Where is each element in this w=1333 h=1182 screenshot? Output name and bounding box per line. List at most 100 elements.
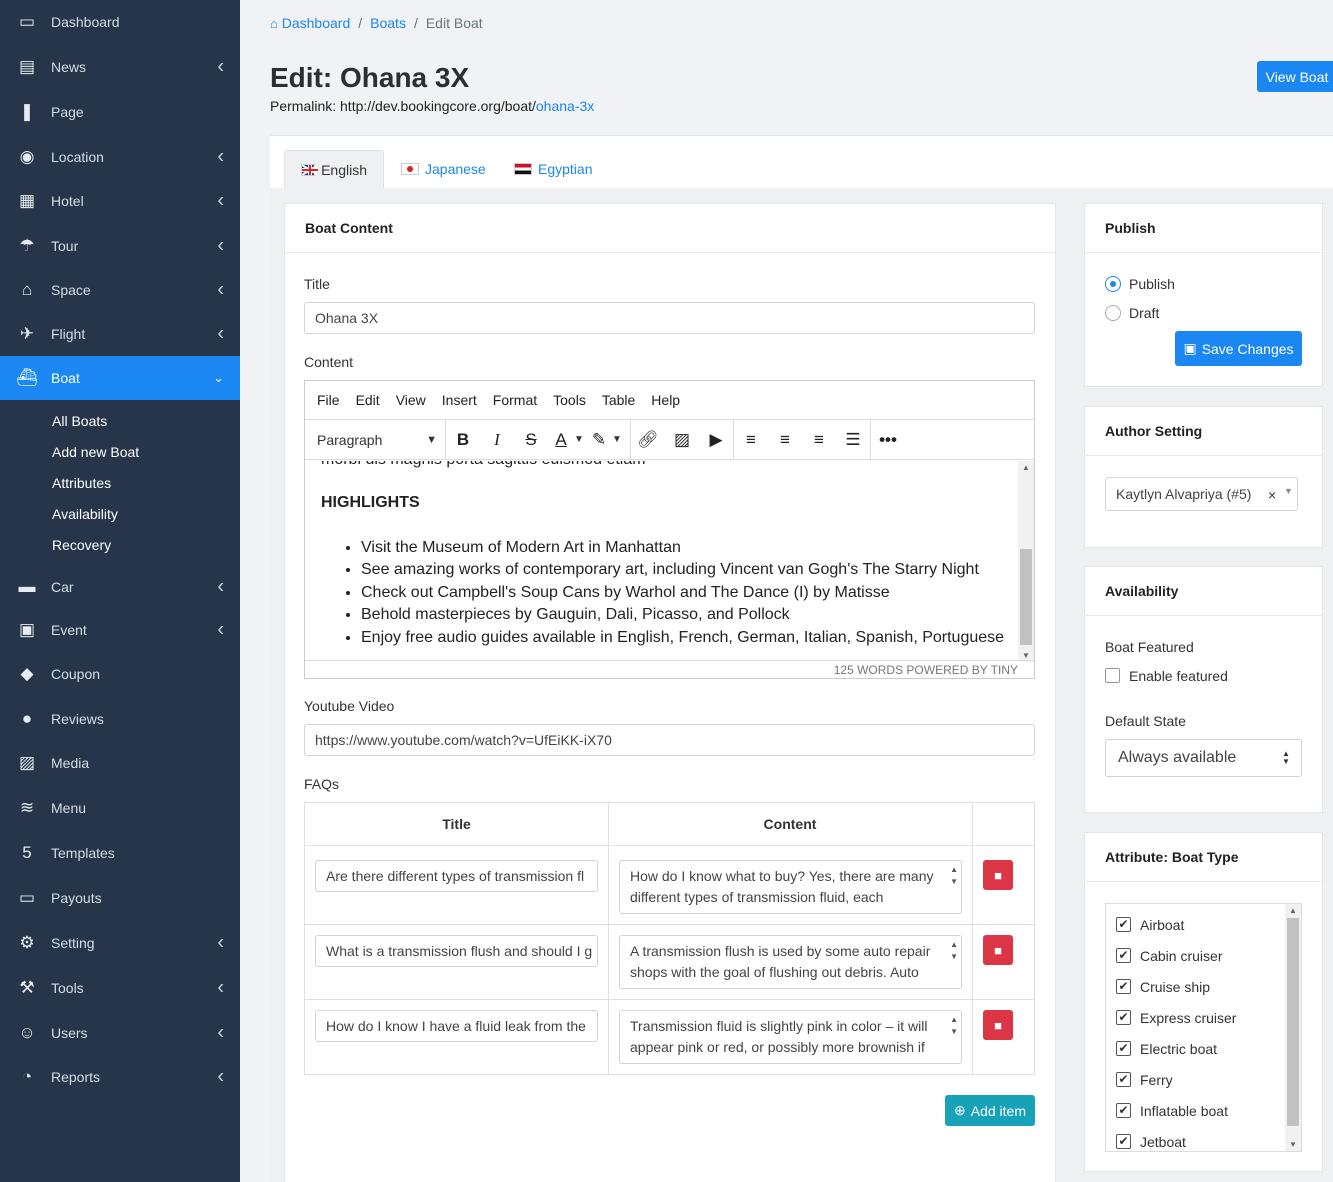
italic-icon[interactable]: I: [480, 425, 514, 455]
sidebar-subitem-all-boats[interactable]: All Boats: [52, 413, 107, 429]
editor-menu-view[interactable]: View: [396, 392, 426, 408]
delete-faq-button[interactable]: ■: [983, 935, 1013, 965]
sidebar-subitem-availability[interactable]: Availability: [52, 506, 118, 522]
tab-english[interactable]: English: [284, 150, 384, 188]
sidebar-item-car[interactable]: ▬ Car ‹: [0, 565, 240, 609]
sidebar-item-templates[interactable]: 5 Templates: [0, 831, 240, 875]
breadcrumb-boats[interactable]: Boats: [370, 15, 406, 31]
editor-menu-help[interactable]: Help: [651, 392, 680, 408]
more-icon[interactable]: •••: [871, 425, 905, 455]
breadcrumb-home-label: Dashboard: [281, 15, 351, 31]
boat-type-checkbox[interactable]: ✔: [1116, 1103, 1131, 1118]
html5-icon: 5: [22, 843, 32, 862]
faq-title-input[interactable]: What is a transmission flush and should …: [315, 935, 598, 967]
enable-featured-checkbox[interactable]: [1105, 668, 1120, 683]
boat-type-label: Cruise ship: [1140, 979, 1211, 995]
chevron-down-icon[interactable]: ▼: [612, 434, 624, 445]
align-right-icon[interactable]: ≡: [802, 425, 836, 455]
editor-menu-edit[interactable]: Edit: [356, 392, 380, 408]
boat-type-checkbox[interactable]: ✔: [1116, 1134, 1131, 1149]
sidebar-item-menu[interactable]: ≋ Menu: [0, 786, 240, 830]
sidebar-item-location[interactable]: ◉ Location ‹: [0, 135, 240, 179]
sidebar-subitem-add-new-boat[interactable]: Add new Boat: [52, 444, 139, 460]
sidebar-item-setting[interactable]: ⚙ Setting ‹: [0, 921, 240, 965]
sidebar-item-page[interactable]: ❚ Page: [0, 90, 240, 134]
page-title: Edit: Ohana 3X: [270, 62, 470, 93]
youtube-label: Youtube Video: [304, 698, 395, 714]
clear-icon[interactable]: ×: [1268, 487, 1276, 503]
faq-title-input[interactable]: Are there different types of transmissio…: [315, 860, 598, 892]
sidebar-subitem-recovery[interactable]: Recovery: [52, 537, 111, 553]
sidebar-item-reports[interactable]: ◔ Reports ‹: [0, 1055, 240, 1099]
sidebar-item-coupon[interactable]: ◆ Coupon: [0, 652, 240, 696]
editor-content[interactable]: morbi dis magnis porta sagittis euismod …: [305, 461, 1018, 662]
editor-menu-tools[interactable]: Tools: [553, 392, 586, 408]
add-item-button[interactable]: ⊕ Add item: [945, 1095, 1035, 1126]
permalink-link[interactable]: ohana-3x: [536, 98, 594, 114]
editor-scrollbar[interactable]: ▲ ▼: [1018, 461, 1034, 662]
media-icon[interactable]: ▶: [699, 425, 733, 455]
boat-type-checkbox[interactable]: ✔: [1116, 1041, 1131, 1056]
title-input[interactable]: Ohana 3X: [304, 302, 1035, 334]
editor-menu-table[interactable]: Table: [602, 392, 635, 408]
align-center-icon[interactable]: ≡: [768, 425, 802, 455]
view-boat-button[interactable]: View Boat: [1257, 61, 1333, 92]
align-left-icon[interactable]: ≡: [734, 425, 768, 455]
delete-faq-button[interactable]: ■: [983, 1010, 1013, 1040]
scroll-down-icon[interactable]: ▼: [1289, 1140, 1297, 1149]
boat-type-scroll-thumb[interactable]: [1287, 918, 1299, 1126]
boat-type-checkbox[interactable]: ✔: [1116, 1010, 1131, 1025]
faq-content-input[interactable]: A transmission flush is used by some aut…: [619, 935, 962, 989]
boat-type-checkbox[interactable]: ✔: [1116, 917, 1131, 932]
strikethrough-icon[interactable]: S: [514, 425, 548, 455]
tab-egyptian[interactable]: Egyptian: [498, 150, 608, 188]
chevron-down-icon[interactable]: ▼: [574, 434, 586, 445]
scroll-up-icon[interactable]: ▲: [1022, 463, 1030, 472]
boat-type-checkbox[interactable]: ✔: [1116, 1072, 1131, 1087]
editor-cutoff-line: morbi dis magnis porta sagittis euismod …: [321, 461, 646, 469]
boat-type-scrollbar[interactable]: ▲ ▼: [1285, 904, 1301, 1151]
sidebar-item-event[interactable]: ▣ Event ‹: [0, 608, 240, 652]
author-select[interactable]: Kaytlyn Alvapriya (#5) × ▼: [1105, 477, 1298, 511]
editor-menu-format[interactable]: Format: [493, 392, 537, 408]
sidebar-item-tour[interactable]: ☂ Tour ‹: [0, 224, 240, 268]
save-changes-button[interactable]: ▣ Save Changes: [1175, 331, 1302, 366]
highlight-color-icon[interactable]: ✎: [586, 425, 612, 455]
default-state-select[interactable]: Always available ▲ ▼: [1105, 739, 1302, 777]
scroll-up-icon[interactable]: ▲: [1289, 906, 1297, 915]
image-icon[interactable]: ▨: [665, 425, 699, 455]
link-icon[interactable]: 🔗︎: [631, 425, 665, 455]
sidebar-subitem-attributes[interactable]: Attributes: [52, 475, 111, 491]
boat-type-checkbox[interactable]: ✔: [1116, 979, 1131, 994]
sidebar-item-news[interactable]: ▤ News ‹: [0, 45, 240, 89]
editor-menu-file[interactable]: File: [317, 392, 340, 408]
faq-content-input[interactable]: Transmission fluid is slightly pink in c…: [619, 1010, 962, 1064]
faq-title-input[interactable]: How do I know I have a fluid leak from t…: [315, 1010, 598, 1042]
faq-content-input[interactable]: How do I know what to buy? Yes, there ar…: [619, 860, 962, 914]
sidebar-item-media[interactable]: ▨ Media: [0, 741, 240, 785]
sidebar-item-flight[interactable]: ✈ Flight ‹: [0, 312, 240, 356]
sidebar-item-boat[interactable]: ⛴ Boat ⌄: [0, 356, 240, 400]
publish-radio[interactable]: [1105, 276, 1121, 292]
sidebar-item-users[interactable]: ☺ Users ‹: [0, 1011, 240, 1055]
editor-menu-insert[interactable]: Insert: [442, 392, 477, 408]
sidebar-item-dashboard[interactable]: ▭ Dashboard: [0, 0, 240, 44]
sidebar-item-hotel[interactable]: ▦ Hotel ‹: [0, 179, 240, 223]
youtube-input[interactable]: https://www.youtube.com/watch?v=UfEiKK-i…: [304, 724, 1035, 756]
block-format-select[interactable]: Paragraph ▼: [305, 420, 445, 460]
tab-japanese[interactable]: Japanese: [385, 150, 502, 188]
align-justify-icon[interactable]: ☰: [836, 425, 870, 455]
sidebar-item-reviews[interactable]: ● Reviews: [0, 697, 240, 741]
draft-radio[interactable]: [1105, 305, 1121, 321]
sidebar-item-payouts[interactable]: ▭ Payouts: [0, 876, 240, 920]
text-color-icon[interactable]: A: [548, 425, 574, 455]
bold-icon[interactable]: B: [446, 425, 480, 455]
boat-type-checkbox[interactable]: ✔: [1116, 948, 1131, 963]
sidebar-item-space[interactable]: ⌂ Space ‹: [0, 268, 240, 312]
delete-faq-button[interactable]: ■: [983, 860, 1013, 890]
breadcrumb-home[interactable]: ⌂ Dashboard: [270, 15, 350, 31]
sidebar-item-tools[interactable]: ⚒ Tools ‹: [0, 966, 240, 1010]
scroll-down-icon[interactable]: ▼: [1022, 651, 1030, 660]
sidebar-item-label: Payouts: [51, 890, 102, 906]
editor-scroll-thumb[interactable]: [1020, 549, 1032, 645]
